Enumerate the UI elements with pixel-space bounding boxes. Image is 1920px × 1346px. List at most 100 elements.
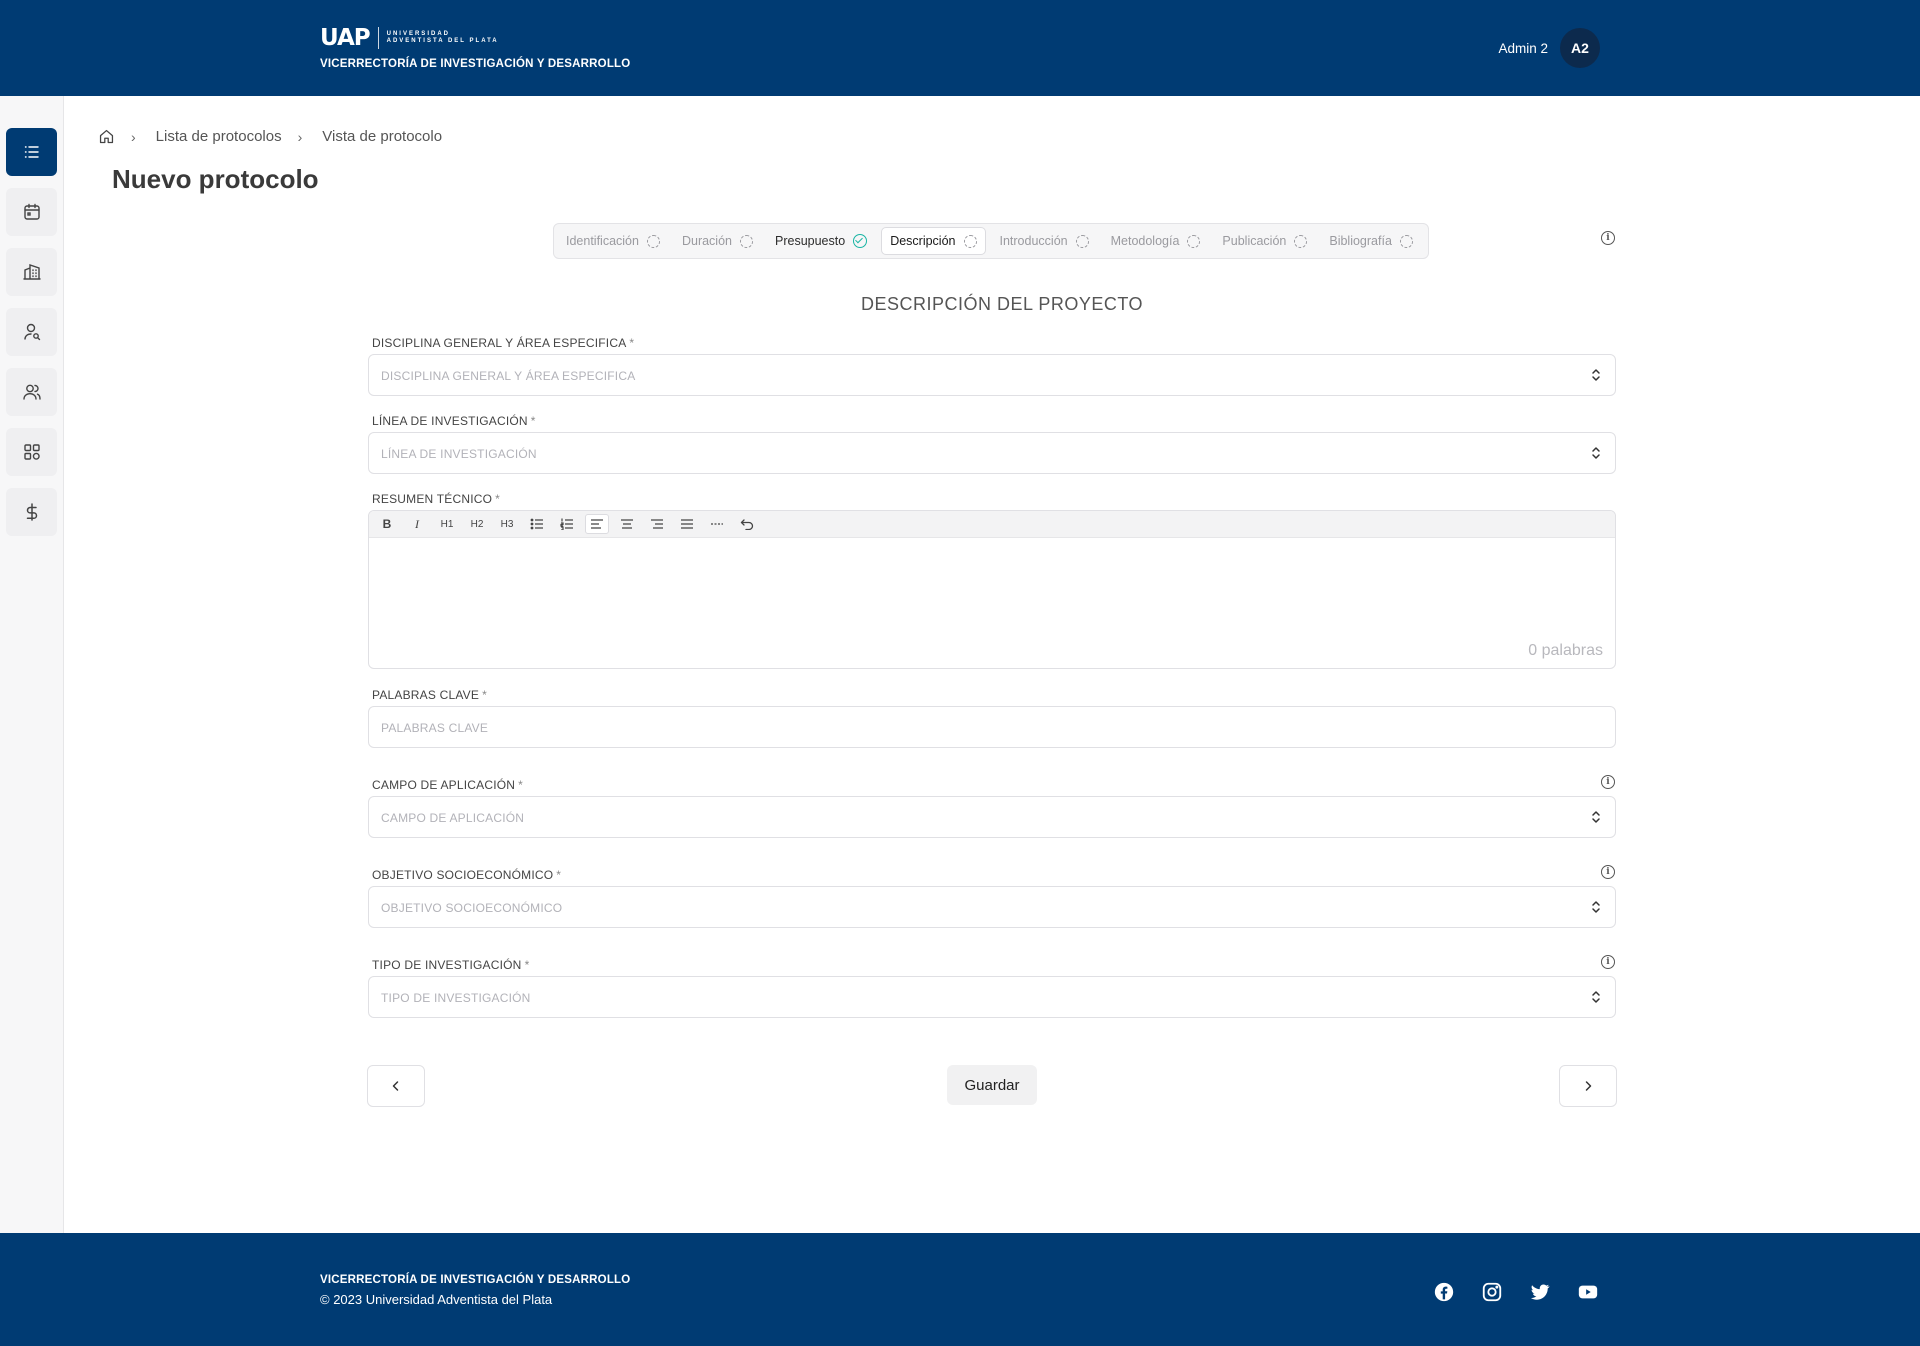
step-metodologia[interactable]: Metodología [1103, 227, 1209, 255]
pending-icon [1187, 234, 1201, 248]
user-search-icon [23, 323, 40, 341]
ordered-list-icon [560, 518, 573, 530]
step-bibliografia[interactable]: Bibliografía [1321, 227, 1421, 255]
step-label: Introducción [999, 234, 1068, 248]
chevron-up-down-icon [1592, 901, 1600, 913]
next-button[interactable] [1559, 1065, 1617, 1107]
label-text: LÍNEA DE INVESTIGACIÓN [372, 414, 528, 428]
sidebar-item-dashboard[interactable] [6, 428, 57, 476]
breadcrumb-separator: › [297, 128, 303, 145]
instagram-icon[interactable] [1481, 1281, 1503, 1303]
sidebar-item-protocols[interactable] [6, 128, 57, 176]
align-center-button[interactable] [615, 514, 639, 534]
resumen-label: RESUMEN TÉCNICO * [372, 492, 500, 506]
required-mark: * [495, 492, 500, 506]
bold-button[interactable]: B [375, 514, 399, 534]
pending-icon [740, 234, 753, 248]
heading1-button[interactable]: H1 [435, 514, 459, 534]
step-label: Bibliografía [1329, 234, 1392, 248]
building-icon [22, 264, 41, 280]
ordered-list-button[interactable] [555, 514, 579, 534]
info-icon[interactable]: i [1601, 955, 1615, 969]
required-mark: * [482, 688, 487, 702]
horizontal-rule-button[interactable] [705, 514, 729, 534]
linea-label: LÍNEA DE INVESTIGACIÓN * [372, 414, 536, 428]
youtube-icon[interactable] [1577, 1281, 1599, 1303]
bullet-list-button[interactable] [525, 514, 549, 534]
section-title: DESCRIPCIÓN DEL PROYECTO [860, 294, 1144, 314]
tipo-label: TIPO DE INVESTIGACIÓN * [372, 958, 529, 972]
step-label: Duración [681, 234, 732, 248]
align-justify-icon [681, 519, 693, 529]
twitter-icon[interactable] [1529, 1281, 1551, 1303]
user-menu[interactable]: Admin 2 A2 [1498, 28, 1600, 68]
step-identificacion[interactable]: Identificación [558, 227, 668, 255]
logo[interactable]: UAP UNIVERSIDAD ADVENTISTA DEL PLATA VIC… [320, 26, 630, 70]
save-button[interactable]: Guardar [947, 1065, 1037, 1105]
avatar[interactable]: A2 [1560, 28, 1600, 68]
chevron-up-down-icon [1592, 811, 1600, 823]
linea-select[interactable]: LÍNEA DE INVESTIGACIÓN [368, 432, 1616, 474]
sidebar-item-institutions[interactable] [6, 248, 57, 296]
align-right-icon [651, 519, 663, 529]
campo-label: CAMPO DE APLICACIÓN * [372, 778, 523, 792]
heading3-button[interactable]: H3 [495, 514, 519, 534]
facebook-icon[interactable] [1433, 1281, 1455, 1303]
footer: VICERRECTORÍA DE INVESTIGACIÓN Y DESARRO… [0, 1233, 1920, 1346]
align-center-icon [621, 519, 633, 529]
horizontal-rule-icon [711, 523, 723, 525]
step-presupuesto[interactable]: Presupuesto [767, 227, 875, 255]
undo-icon [740, 519, 754, 530]
step-label: Descripción [890, 234, 956, 248]
palabras-clave-input[interactable]: PALABRAS CLAVE [368, 706, 1616, 748]
logo-text: UAP [320, 25, 371, 51]
users-icon [22, 384, 41, 400]
logo-subtitle: UNIVERSIDAD ADVENTISTA DEL PLATA [386, 31, 499, 44]
label-text: PALABRAS CLAVE [372, 688, 480, 702]
chevron-up-down-icon [1592, 991, 1600, 1003]
breadcrumb-item-protocol-view[interactable]: Vista de protocolo [322, 128, 442, 145]
label-text: RESUMEN TÉCNICO [372, 492, 493, 506]
undo-button[interactable] [735, 514, 759, 534]
step-descripcion[interactable]: Descripción [881, 227, 986, 255]
heading2-button[interactable]: H2 [465, 514, 489, 534]
disciplina-select[interactable]: DISCIPLINA GENERAL Y ÁREA ESPECIFICA [368, 354, 1616, 396]
pending-icon [1399, 234, 1413, 248]
dollar-icon [26, 503, 37, 521]
objetivo-label: OBJETIVO SOCIOECONÓMICO * [372, 868, 561, 882]
sidebar-item-calendar[interactable] [6, 188, 57, 236]
align-justify-button[interactable] [675, 514, 699, 534]
info-icon[interactable]: i [1601, 865, 1615, 879]
sidebar-item-budget[interactable] [6, 488, 57, 536]
label-text: DISCIPLINA GENERAL Y ÁREA ESPECIFICA [372, 336, 627, 350]
step-duracion[interactable]: Duración [674, 227, 761, 255]
resumen-editor[interactable]: B I H1 H2 H3 0 palabras [368, 510, 1616, 669]
campo-select[interactable]: CAMPO DE APLICACIÓN [368, 796, 1616, 838]
info-icon[interactable]: i [1601, 775, 1615, 789]
home-icon[interactable] [98, 128, 115, 145]
pending-icon [646, 234, 660, 248]
protocol-stepper: Identificación Duración Presupuesto Desc… [553, 223, 1429, 259]
label-text: OBJETIVO SOCIOECONÓMICO [372, 868, 554, 882]
previous-button[interactable] [367, 1065, 425, 1107]
align-right-button[interactable] [645, 514, 669, 534]
select-placeholder: OBJETIVO SOCIOECONÓMICO [381, 901, 563, 915]
sidebar [0, 96, 64, 1233]
chevron-left-icon [392, 1081, 399, 1091]
palabras-label: PALABRAS CLAVE * [372, 688, 487, 702]
sidebar-item-users[interactable] [6, 368, 57, 416]
step-introduccion[interactable]: Introducción [992, 227, 1097, 255]
required-mark: * [530, 414, 536, 428]
objetivo-select[interactable]: OBJETIVO SOCIOECONÓMICO [368, 886, 1616, 928]
pending-icon [1075, 234, 1089, 248]
italic-button[interactable]: I [405, 514, 429, 534]
info-icon[interactable]: i [1601, 231, 1615, 245]
top-header: UAP UNIVERSIDAD ADVENTISTA DEL PLATA VIC… [0, 0, 1920, 96]
sidebar-item-researchers[interactable] [6, 308, 57, 356]
align-left-button[interactable] [585, 514, 609, 534]
step-publicacion[interactable]: Publicación [1214, 227, 1315, 255]
tipo-select[interactable]: TIPO DE INVESTIGACIÓN [368, 976, 1616, 1018]
required-mark: * [518, 778, 524, 792]
input-placeholder: PALABRAS CLAVE [381, 721, 489, 735]
breadcrumb-item-protocol-list[interactable]: Lista de protocolos [156, 128, 282, 145]
